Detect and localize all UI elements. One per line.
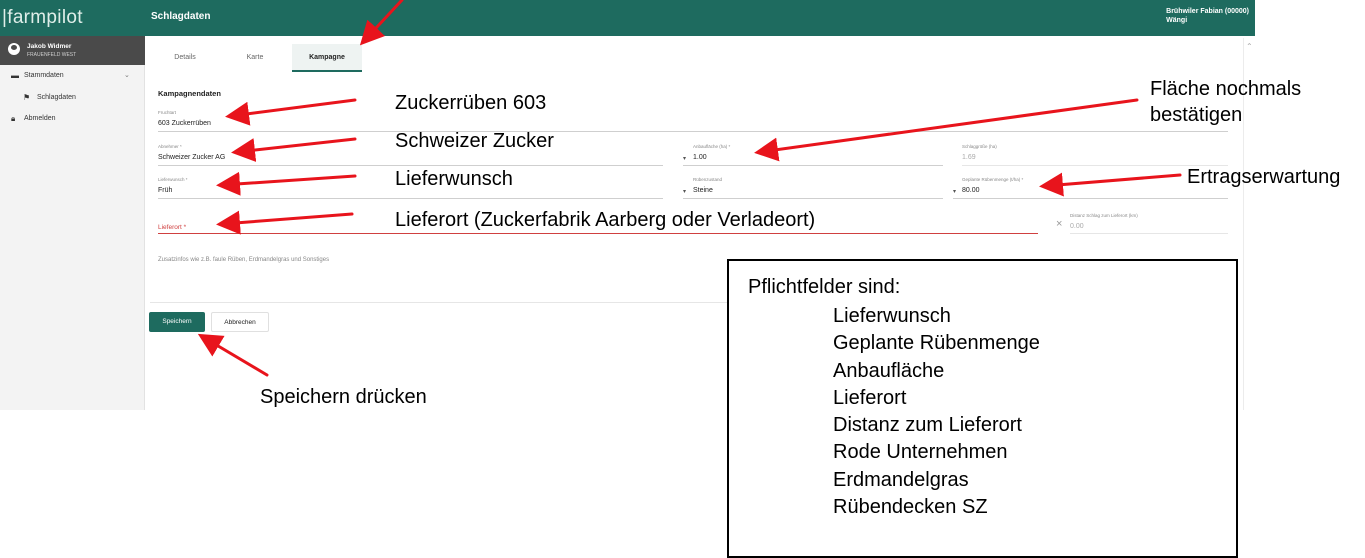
anbauflaeche-field[interactable]: 1.00 bbox=[693, 154, 707, 161]
lieferwunsch-label: Lieferwunsch * bbox=[158, 177, 188, 182]
section-title: Kampagnendaten bbox=[158, 89, 221, 98]
save-button[interactable]: Speichern bbox=[149, 312, 205, 332]
header-user-name: Brühwiler Fabian (00000) bbox=[1166, 8, 1249, 15]
sidebar-item-label: Schlagdaten bbox=[37, 94, 76, 101]
page: |farmpilot Jakob Widmer FRAUENFELD WEST … bbox=[0, 0, 1365, 558]
annotation-ertrag: Ertragserwartung bbox=[1187, 166, 1341, 188]
lieferort-select[interactable]: Lieferort * bbox=[158, 224, 186, 231]
anbauflaeche-underline bbox=[683, 165, 943, 166]
lieferort-underline bbox=[158, 233, 1038, 234]
annotation-speichern: Speichern drücken bbox=[260, 386, 427, 408]
form-divider bbox=[150, 302, 730, 303]
ruebenzustand-label: Rübenzustand bbox=[693, 177, 723, 182]
required-fields-list: Lieferwunsch Geplante Rübenmenge Anbaufl… bbox=[833, 303, 1040, 521]
sidebar-item-label: Abmelden bbox=[24, 115, 56, 122]
required-fields-callout: Pflichtfelder sind: Lieferwunsch Geplant… bbox=[727, 259, 1238, 558]
ruebenzustand-select[interactable]: Steine bbox=[693, 187, 713, 194]
list-item: Lieferwunsch bbox=[833, 305, 951, 327]
header-user[interactable]: Brühwiler Fabian (00000) Wängi bbox=[1166, 7, 1249, 25]
callout-heading: Pflichtfelder sind: bbox=[748, 276, 901, 298]
flag-icon: ⚑ bbox=[23, 93, 31, 102]
lock-icon: 🔒︎ bbox=[11, 114, 16, 123]
anbauflaeche-label: Anbaufläche (ha) * bbox=[693, 144, 731, 149]
distanz-field[interactable]: 0.00 bbox=[1070, 223, 1084, 230]
abnehmer-select[interactable]: Schweizer Zucker AG bbox=[158, 154, 225, 161]
list-item: Lieferort bbox=[833, 386, 907, 409]
stepper-down-icon[interactable]: ▾ bbox=[953, 188, 956, 195]
annotation-schweizer-zucker: Schweizer Zucker bbox=[395, 130, 554, 152]
chevron-down-icon: ⌄ bbox=[124, 72, 130, 79]
sidebar-item-abmelden[interactable]: 🔒︎ Abmelden bbox=[0, 108, 145, 130]
fruchtart-label: Fruchtart bbox=[158, 110, 177, 115]
distanz-underline bbox=[1070, 233, 1228, 234]
tab-kampagne[interactable]: Kampagne bbox=[292, 44, 362, 72]
annotation-lieferort: Lieferort (Zuckerfabrik Aarberg oder Ver… bbox=[395, 209, 816, 231]
annotation-lieferwunsch: Lieferwunsch bbox=[395, 168, 513, 190]
list-item: Rübendecken SZ bbox=[833, 496, 988, 519]
distanz-label: Distanz Schlag zum Lieferort (km) bbox=[1070, 213, 1138, 218]
list-item: Rode Unternehmen bbox=[833, 441, 1008, 464]
lieferwunsch-underline bbox=[158, 198, 663, 199]
list-item: Anbaufläche bbox=[833, 359, 945, 382]
sidebar-item-schlagdaten[interactable]: ⚑ Schlagdaten bbox=[0, 87, 145, 109]
user-avatar-icon bbox=[8, 43, 20, 55]
chevron-up-icon: ⌃ bbox=[1246, 42, 1253, 51]
abnehmer-label: Abnehmer * bbox=[158, 144, 182, 149]
geplante-ruebenmenge-field[interactable]: 80.00 bbox=[962, 187, 980, 194]
top-bar: Schlagdaten Brühwiler Fabian (00000) Wän… bbox=[145, 0, 1255, 36]
user-org: FRAUENFELD WEST bbox=[27, 52, 77, 58]
list-item: Distanz zum Lieferort bbox=[833, 414, 1022, 437]
cancel-button[interactable]: Abbrechen bbox=[211, 312, 269, 332]
list-item: Erdmandelgras bbox=[833, 468, 969, 491]
user-block[interactable]: Jakob Widmer FRAUENFELD WEST bbox=[0, 36, 145, 65]
page-title: Schlagdaten bbox=[151, 11, 211, 22]
sidebar-item-stammdaten[interactable]: ▬ Stammdaten ⌄ bbox=[0, 65, 145, 87]
fruchtart-underline bbox=[158, 131, 1228, 132]
tab-karte[interactable]: Karte bbox=[220, 44, 290, 72]
lieferwunsch-select[interactable]: Früh bbox=[158, 187, 172, 194]
sidebar: |farmpilot Jakob Widmer FRAUENFELD WEST … bbox=[0, 0, 145, 410]
close-icon[interactable]: × bbox=[1056, 218, 1062, 230]
user-name: Jakob Widmer bbox=[27, 43, 72, 50]
fruchtart-field[interactable]: 603 Zuckerrüben bbox=[158, 120, 211, 127]
dropdown-arrow-icon[interactable]: ▾ bbox=[683, 188, 686, 195]
ruebenzustand-underline bbox=[683, 198, 943, 199]
geplante-ruebenmenge-label: Geplante Rübenmenge (t/ha) * bbox=[962, 177, 1024, 182]
sidebar-item-label: Stammdaten bbox=[24, 72, 64, 79]
schlaggroesse-label: Schlaggröße (ha) bbox=[962, 144, 997, 149]
zusatzinfos-textarea[interactable]: Zusatzinfos wie z.B. faule Rüben, Erdman… bbox=[158, 257, 329, 263]
header-user-location: Wängi bbox=[1166, 17, 1188, 24]
annotation-flaeche-line2: bestätigen bbox=[1150, 104, 1243, 126]
stepper-down-icon[interactable]: ▾ bbox=[683, 155, 686, 162]
annotation-zuckerrueben: Zuckerrüben 603 bbox=[395, 92, 547, 114]
tab-details[interactable]: Details bbox=[150, 44, 220, 72]
app-logo: |farmpilot bbox=[0, 0, 145, 36]
annotation-flaeche-line1: Fläche nochmals bbox=[1150, 78, 1302, 100]
schlaggroesse-value: 1.69 bbox=[962, 154, 976, 161]
folder-icon: ▬ bbox=[11, 71, 19, 80]
abnehmer-underline bbox=[158, 165, 663, 166]
list-item: Geplante Rübenmenge bbox=[833, 332, 1040, 355]
geplante-ruebenmenge-underline bbox=[953, 198, 1228, 199]
